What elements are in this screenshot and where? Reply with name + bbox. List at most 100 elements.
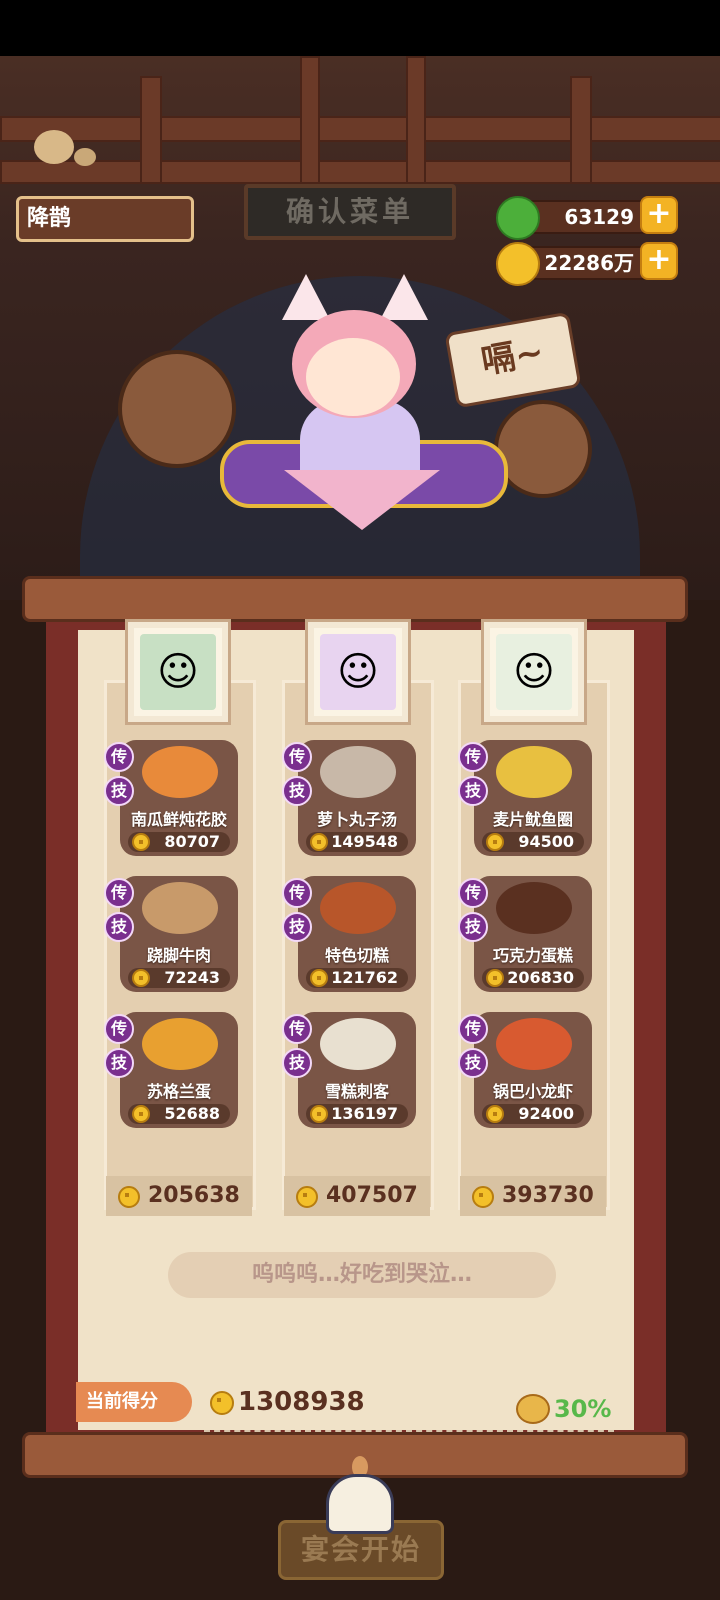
beef-dish-icon <box>142 882 218 934</box>
ice-cream-icon <box>320 1018 396 1070</box>
meatball-soup-icon <box>320 746 396 798</box>
scotch-egg-icon <box>142 1018 218 1070</box>
dish-name: 雪糕刺客 <box>324 1082 389 1101</box>
gold-coin-icon <box>496 242 540 286</box>
legend-badge: 传 <box>104 878 134 908</box>
coin-icon <box>472 1186 494 1208</box>
skill-badge: 技 <box>458 912 488 942</box>
dish-card[interactable]: 特色切糕 121762 <box>298 876 416 992</box>
legend-badge: 传 <box>282 878 312 908</box>
dish-score: 94500 <box>482 832 584 852</box>
roof-beam-lower <box>0 160 720 184</box>
fan-decoration <box>494 400 592 498</box>
current-score-label: 当前得分 <box>76 1382 192 1422</box>
scroll-tassel <box>326 1474 394 1534</box>
coin-icon <box>310 969 328 987</box>
dish-name: 跷脚牛肉 <box>146 946 211 965</box>
dish-name: 萝卜丸子汤 <box>316 810 397 829</box>
chick-icon <box>34 130 74 164</box>
dish-score: 206830 <box>482 968 584 988</box>
skill-badge: 技 <box>282 776 312 806</box>
guest-green-hair-icon: ☺ <box>140 634 216 710</box>
coin-icon <box>118 1186 140 1208</box>
guest-portrait-3[interactable]: ☺ <box>484 622 584 722</box>
character-ear <box>380 274 428 320</box>
crayfish-icon <box>496 1018 572 1070</box>
jade-value: 63129 <box>564 205 634 229</box>
gold-value: 22286万 <box>544 251 634 275</box>
nut-cake-icon <box>320 882 396 934</box>
dish-name: 苏格兰蛋 <box>146 1082 211 1101</box>
player-name: 降鹊 <box>16 196 194 242</box>
coin-icon <box>310 833 328 851</box>
character-ear <box>282 274 330 320</box>
dish-name: 南瓜鲜炖花胶 <box>130 810 227 829</box>
dish-name: 特色切糕 <box>324 946 389 965</box>
bonus-percent: 30% <box>554 1395 612 1423</box>
skill-badge: 技 <box>458 776 488 806</box>
dish-score: 121762 <box>306 968 408 988</box>
dish-score: 92400 <box>482 1104 584 1124</box>
squid-rings-icon <box>496 746 572 798</box>
current-score-value: 1308938 <box>210 1384 365 1420</box>
coin-icon <box>210 1391 234 1415</box>
guest-portrait-1[interactable]: ☺ <box>128 622 228 722</box>
dish-score: 136197 <box>306 1104 408 1124</box>
legend-badge: 传 <box>282 742 312 772</box>
guest-portrait-2[interactable]: ☺ <box>308 622 408 722</box>
coin-icon <box>132 969 150 987</box>
guest-comment: 呜呜呜…好吃到哭泣… <box>168 1252 556 1298</box>
roof-post <box>406 56 426 184</box>
coin-icon <box>486 1105 504 1123</box>
legend-badge: 传 <box>458 1014 488 1044</box>
status-bar <box>0 0 720 56</box>
dish-card[interactable]: 麦片鱿鱼圈 94500 <box>474 740 592 856</box>
skill-badge: 技 <box>282 912 312 942</box>
fan-decoration <box>118 350 236 468</box>
coin-icon <box>296 1186 318 1208</box>
dish-card[interactable]: 巧克力蛋糕 206830 <box>474 876 592 992</box>
guest-total: 393730 <box>460 1176 606 1216</box>
coin-icon <box>486 833 504 851</box>
guest-total: 205638 <box>106 1176 252 1216</box>
confirm-menu-sign: 确认菜单 <box>244 184 456 240</box>
legend-badge: 传 <box>104 742 134 772</box>
jade-resource: 63129 + <box>496 196 678 240</box>
add-gold-button[interactable]: + <box>640 242 678 280</box>
roof-post <box>570 76 592 184</box>
skill-badge: 技 <box>282 1048 312 1078</box>
dish-score: 72243 <box>128 968 230 988</box>
dish-card[interactable]: 萝卜丸子汤 149548 <box>298 740 416 856</box>
dish-card[interactable]: 跷脚牛肉 72243 <box>120 876 238 992</box>
guest-cat-ear-girl-icon: ☺ <box>320 634 396 710</box>
coin-icon <box>132 833 150 851</box>
dish-score: 149548 <box>306 832 408 852</box>
skill-badge: 技 <box>104 912 134 942</box>
chocolate-cake-icon <box>496 882 572 934</box>
bonus-pig-icon <box>516 1394 550 1424</box>
legend-badge: 传 <box>282 1014 312 1044</box>
coin-icon <box>132 1105 150 1123</box>
skill-badge: 技 <box>104 776 134 806</box>
legend-badge: 传 <box>458 878 488 908</box>
add-jade-button[interactable]: + <box>640 196 678 234</box>
pumpkin-dish-icon <box>142 746 218 798</box>
chick-small-icon <box>74 148 96 166</box>
skill-badge: 技 <box>104 1048 134 1078</box>
dish-card[interactable]: 雪糕刺客 136197 <box>298 1012 416 1128</box>
gold-resource: 22286万 + <box>496 242 678 286</box>
dish-card[interactable]: 苏格兰蛋 52688 <box>120 1012 238 1128</box>
guest-total: 407507 <box>284 1176 430 1216</box>
scroll-rod-top <box>22 576 688 622</box>
jade-coin-icon <box>496 196 540 240</box>
coin-icon <box>486 969 504 987</box>
dish-name: 麦片鱿鱼圈 <box>492 810 573 829</box>
dish-name: 锅巴小龙虾 <box>492 1082 573 1101</box>
dish-score: 52688 <box>128 1104 230 1124</box>
dish-score: 80707 <box>128 832 230 852</box>
dish-name: 巧克力蛋糕 <box>492 946 573 965</box>
roof-post <box>300 56 320 184</box>
skill-badge: 技 <box>458 1048 488 1078</box>
dish-card[interactable]: 南瓜鲜炖花胶 80707 <box>120 740 238 856</box>
dish-card[interactable]: 锅巴小龙虾 92400 <box>474 1012 592 1128</box>
